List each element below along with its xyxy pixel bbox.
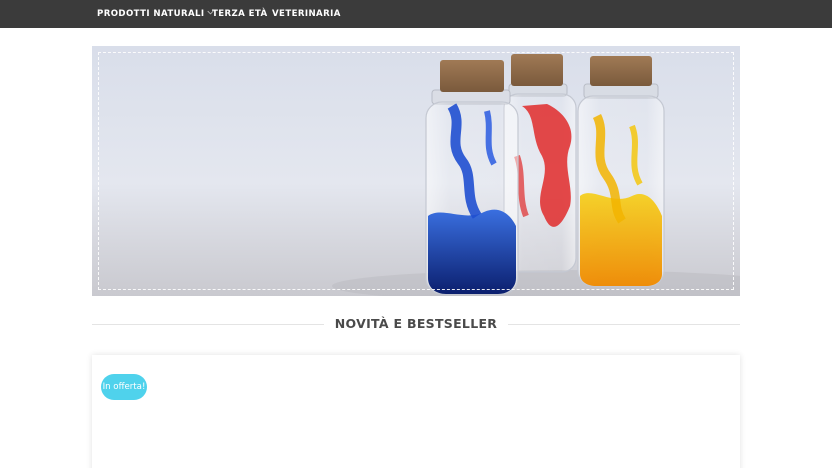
hero-image — [332, 54, 740, 296]
nav-item-label: VETERINARIA — [272, 9, 341, 19]
sale-badge: In offerta! — [101, 374, 147, 400]
divider-line — [508, 324, 740, 325]
top-nav-bar: PRODOTTI NATURALI TERZA ETÀ VETERINARIA — [0, 0, 832, 28]
yellow-bottle — [577, 56, 665, 287]
nav-item-prodotti-naturali[interactable]: PRODOTTI NATURALI — [97, 0, 214, 28]
product-card[interactable]: In offerta! — [92, 355, 740, 468]
nav-item-label: TERZA ETÀ — [212, 9, 268, 19]
blue-bottle — [425, 60, 519, 295]
nav-item-terza-eta[interactable]: TERZA ETÀ — [212, 0, 268, 28]
nav-item-veterinaria[interactable]: VETERINARIA — [272, 0, 341, 28]
nav-item-label: PRODOTTI NATURALI — [97, 9, 205, 19]
section-heading: NOVITÀ E BESTSELLER — [92, 314, 740, 334]
hero-banner[interactable] — [92, 46, 740, 296]
